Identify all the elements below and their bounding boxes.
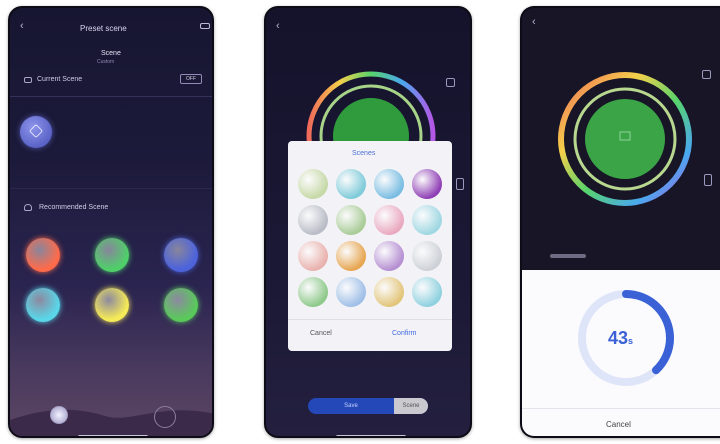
mountain-landscape bbox=[10, 409, 212, 436]
divider bbox=[10, 188, 212, 189]
scene-icon bbox=[24, 77, 32, 83]
scene-button-lime[interactable] bbox=[164, 288, 198, 322]
sheet-divider bbox=[522, 408, 720, 409]
current-scene-label: Current Scene bbox=[37, 76, 83, 83]
home-indicator bbox=[336, 435, 406, 436]
timer-icon[interactable] bbox=[702, 70, 711, 79]
scene-button-cyan[interactable] bbox=[26, 288, 60, 322]
tab-scene[interactable]: Scene bbox=[101, 50, 121, 57]
countdown-unit: s bbox=[628, 336, 634, 346]
scene-glyph-icon bbox=[28, 123, 44, 139]
scene-swatch[interactable] bbox=[374, 169, 404, 199]
tab-custom[interactable]: Custom bbox=[97, 59, 114, 65]
segment-scene[interactable]: Scene bbox=[394, 398, 428, 414]
divider bbox=[10, 96, 212, 97]
back-arrow-icon[interactable]: ‹ bbox=[532, 16, 536, 28]
dialog-confirm-button[interactable]: Confirm bbox=[392, 330, 417, 337]
edit-icon[interactable] bbox=[200, 23, 210, 29]
power-button[interactable] bbox=[50, 406, 68, 424]
phone-screen-scene-picker: ‹ Scenes Cancel Confirm Save Scene bbox=[264, 6, 472, 438]
recommend-icon bbox=[24, 204, 32, 211]
color-ring-lamp bbox=[558, 72, 692, 206]
scene-swatch[interactable] bbox=[412, 169, 442, 199]
timer-icon[interactable] bbox=[446, 78, 455, 87]
dialog-cancel-button[interactable]: Cancel bbox=[310, 330, 332, 337]
scene-swatch[interactable] bbox=[298, 241, 328, 271]
bottom-segment: Save Scene bbox=[308, 398, 428, 414]
scene-button-yellow[interactable] bbox=[95, 288, 129, 322]
app-store-screenshots: ‹ Preset scene Scene Custom Current Scen… bbox=[0, 0, 720, 444]
current-scene-bubble[interactable] bbox=[20, 116, 52, 148]
page-title: Preset scene bbox=[80, 24, 127, 33]
scene-button-blue[interactable] bbox=[164, 238, 198, 272]
scene-swatch[interactable] bbox=[298, 277, 328, 307]
scene-swatch[interactable] bbox=[412, 277, 442, 307]
back-arrow-icon[interactable]: ‹ bbox=[20, 20, 24, 32]
music-icon[interactable] bbox=[456, 178, 464, 190]
timer-cancel-button[interactable]: Cancel bbox=[606, 420, 631, 429]
scene-picker-dialog: Scenes Cancel Confirm bbox=[288, 141, 452, 351]
scene-swatch[interactable] bbox=[298, 205, 328, 235]
scene-swatch[interactable] bbox=[336, 277, 366, 307]
music-icon[interactable] bbox=[704, 174, 712, 186]
dialog-divider bbox=[288, 319, 452, 320]
scene-swatch[interactable] bbox=[336, 205, 366, 235]
scene-swatch[interactable] bbox=[374, 205, 404, 235]
scene-swatch[interactable] bbox=[336, 241, 366, 271]
scene-swatch[interactable] bbox=[412, 205, 442, 235]
back-arrow-icon[interactable]: ‹ bbox=[276, 20, 280, 32]
scene-button-green[interactable] bbox=[95, 238, 129, 272]
scene-swatch[interactable] bbox=[336, 169, 366, 199]
scene-swatch[interactable] bbox=[412, 241, 442, 271]
recommended-scene-label: Recommended Scene bbox=[39, 204, 109, 211]
segment-save[interactable]: Save bbox=[308, 398, 394, 414]
scene-button-red[interactable] bbox=[26, 238, 60, 272]
timer-sheet: 43s Cancel bbox=[522, 270, 720, 436]
dialog-title: Scenes bbox=[352, 150, 376, 157]
drag-handle[interactable] bbox=[550, 254, 586, 258]
phone-screen-preset-scene: ‹ Preset scene Scene Custom Current Scen… bbox=[8, 6, 214, 438]
countdown-value: 43s bbox=[608, 328, 633, 349]
current-scene-toggle[interactable]: OFF bbox=[180, 74, 202, 84]
settings-button[interactable] bbox=[154, 406, 176, 428]
scene-swatch[interactable] bbox=[374, 277, 404, 307]
home-indicator bbox=[78, 435, 148, 436]
countdown-number: 43 bbox=[608, 328, 629, 348]
phone-screen-timer: ‹ 43s Cancel bbox=[520, 6, 720, 438]
scene-swatch[interactable] bbox=[298, 169, 328, 199]
scene-swatch[interactable] bbox=[374, 241, 404, 271]
